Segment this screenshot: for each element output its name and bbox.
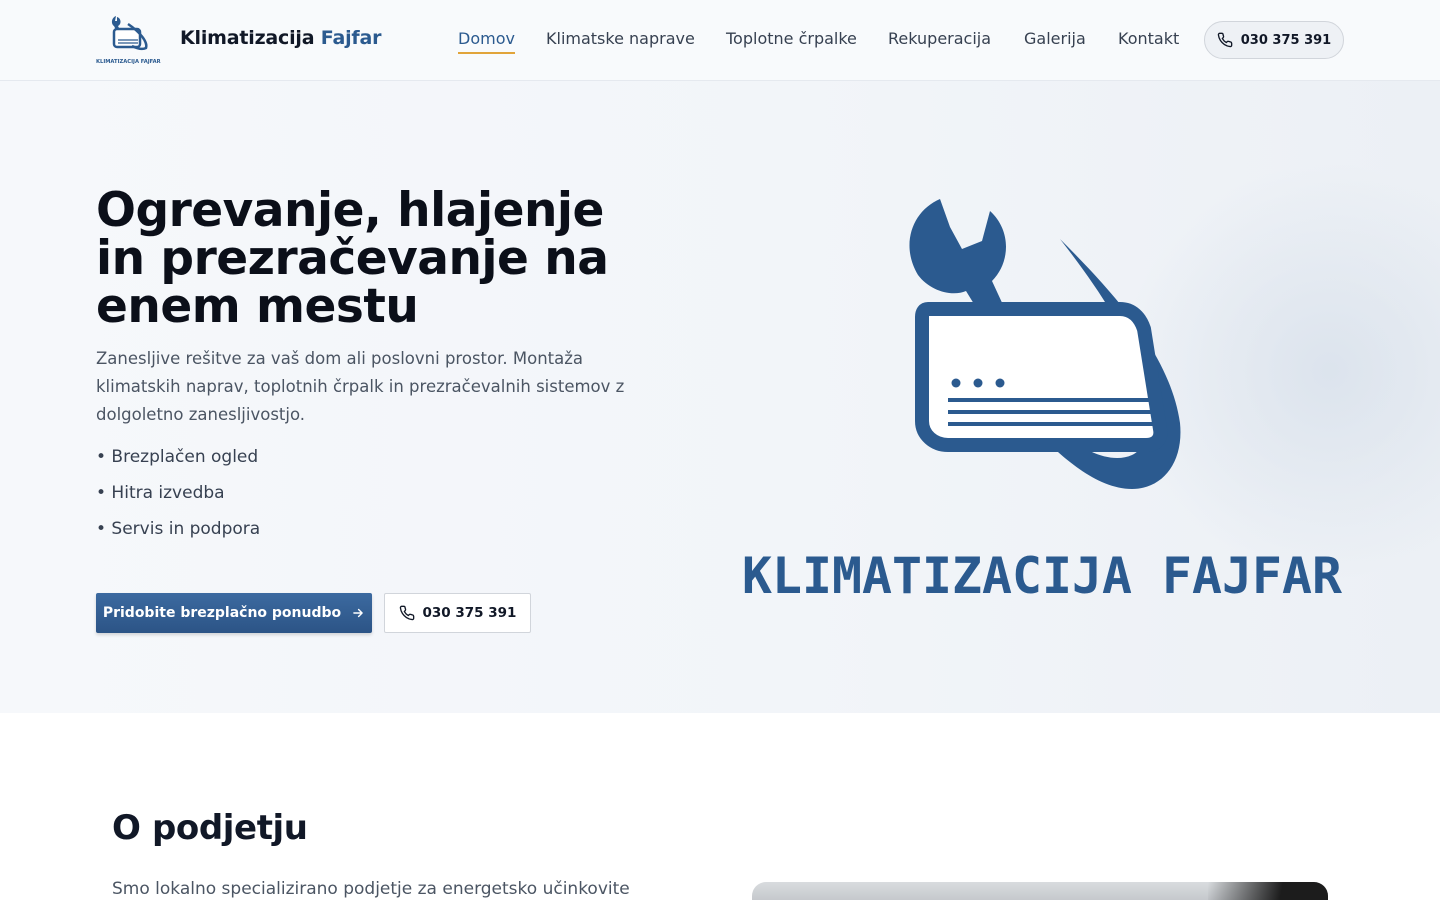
hero-bullet-izvedba: • Hitra izvedba [96,483,225,503]
company-logo[interactable]: KLIMATIZACIJA FAJFAR [96,14,170,66]
brand-name-accent: Fajfar [320,27,382,49]
hero-title-line-1: Ogrevanje, hlajenje [96,183,604,238]
get-free-offer-button[interactable]: Pridobite brezplačno ponudbo [96,593,372,633]
company-wordmark: KLIMATIZACIJA FAJFAR [742,547,1343,603]
header-phone-button[interactable]: 030 375 391 [1204,21,1344,59]
about-text: Smo lokalno specializirano podjetje za e… [112,879,630,899]
hero-phone-button[interactable]: 030 375 391 [384,593,531,633]
nav-toplotne-crpalke[interactable]: Toplotne črpalke [726,29,857,48]
hero-phone-label: 030 375 391 [422,605,517,621]
arrow-right-icon [353,608,363,618]
hero-bullet-servis: • Servis in podpora [96,519,261,539]
brand-name-main: Klimatizacija [180,27,321,49]
nav-domov[interactable]: Domov [458,29,515,54]
hero-title: Ogrevanje, hlajenje in prezračevanje na … [96,187,656,331]
nav-galerija[interactable]: Galerija [1024,29,1086,48]
air-conditioner-wrench-logo [909,199,1181,489]
hero-bullet-ogled: • Brezplačen ogled [96,447,259,467]
wordmark-text: KLIMATIZACIJA FAJFAR [742,547,1343,603]
brand-name[interactable]: Klimatizacija Fajfar [180,27,381,49]
about-photo [752,882,1328,900]
hero-description: Zanesljive rešitve za vaš dom ali poslov… [96,349,625,424]
get-free-offer-label: Pridobite brezplačno ponudbo [102,605,342,621]
about-photo-shade [1208,882,1328,900]
hero-title-line-3: enem mestu [96,279,419,334]
nav-klimatske-naprave[interactable]: Klimatske naprave [546,29,695,48]
logo-caption: KLIMATIZACIJA FAJFAR [96,59,161,65]
hero-section: Ogrevanje, hlajenje in prezračevanje na … [0,81,1440,713]
site-header: KLIMATIZACIJA FAJFAR Klimatizacija Fajfa… [0,0,1440,81]
about-title: O podjetju [112,808,308,848]
hero-title-line-2: in prezračevanje na [96,231,609,286]
nav-kontakt[interactable]: Kontakt [1118,29,1179,48]
phone-icon [1217,32,1233,48]
phone-icon [399,605,414,621]
header-phone-label: 030 375 391 [1240,32,1332,48]
nav-rekuperacija[interactable]: Rekuperacija [888,29,991,48]
